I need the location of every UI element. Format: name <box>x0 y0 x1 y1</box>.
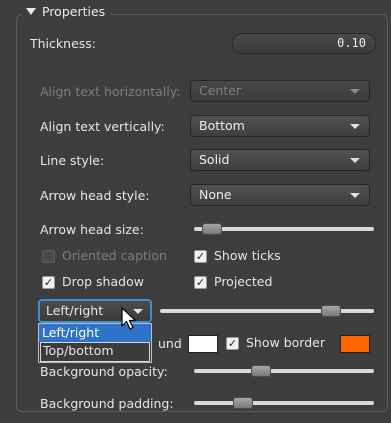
show-border-label: Show border <box>246 335 325 350</box>
projected-checkbox[interactable]: ✓ <box>194 276 207 289</box>
check-icon: ✓ <box>195 276 206 289</box>
align-vertical-select[interactable]: Bottom <box>190 115 370 137</box>
check-icon: ✓ <box>43 276 54 289</box>
check-icon: ✓ <box>227 337 238 350</box>
background-opacity-slider[interactable] <box>194 369 374 373</box>
layout-slider-handle[interactable] <box>321 305 342 317</box>
collapse-triangle-icon[interactable] <box>26 8 36 15</box>
align-vertical-value: Bottom <box>199 118 245 133</box>
layout-select-value: Left/right <box>46 303 104 318</box>
arrow-head-style-select[interactable]: None <box>190 184 370 206</box>
drop-shadow-checkbox[interactable]: ✓ <box>42 276 55 289</box>
thickness-input[interactable]: 0.10 <box>232 33 376 54</box>
align-horizontal-select: Center <box>190 80 370 102</box>
background-opacity-label: Background opacity: <box>40 364 168 379</box>
chevron-down-icon <box>350 89 360 94</box>
show-border-checkbox[interactable]: ✓ <box>226 337 239 350</box>
show-ticks-checkbox[interactable]: ✓ <box>194 250 207 263</box>
thickness-label: Thickness: <box>30 36 96 51</box>
chevron-down-icon <box>350 193 360 198</box>
properties-group-header[interactable]: Properties <box>22 4 111 19</box>
show-ticks-label: Show ticks <box>214 248 281 263</box>
chevron-down-icon <box>350 124 360 129</box>
background-padding-slider[interactable] <box>194 401 374 405</box>
align-horizontal-label: Align text horizontally: <box>40 84 181 99</box>
line-style-value: Solid <box>199 152 230 167</box>
align-vertical-label: Align text vertically: <box>40 119 165 134</box>
mouse-cursor-icon <box>121 307 137 330</box>
background-padding-handle[interactable] <box>232 397 253 409</box>
align-horizontal-value: Center <box>199 83 242 98</box>
dropdown-option[interactable]: Top/bottom <box>40 342 150 362</box>
check-icon: ✓ <box>195 250 206 263</box>
drop-shadow-label: Drop shadow <box>62 274 144 289</box>
oriented-caption-checkbox <box>42 250 55 263</box>
oriented-caption-label: Oriented caption <box>62 248 167 263</box>
background-color-swatch[interactable] <box>188 335 218 353</box>
arrow-head-style-value: None <box>199 187 232 202</box>
arrow-head-size-label: Arrow head size: <box>40 222 144 237</box>
arrow-head-style-label: Arrow head style: <box>40 188 150 203</box>
arrow-head-size-handle[interactable] <box>202 223 222 235</box>
border-color-swatch[interactable] <box>340 335 370 353</box>
line-style-label: Line style: <box>40 153 105 168</box>
background-label: und <box>158 336 182 351</box>
line-style-select[interactable]: Solid <box>190 149 370 171</box>
background-opacity-handle[interactable] <box>250 365 271 377</box>
chevron-down-icon <box>350 158 360 163</box>
background-padding-label: Background padding: <box>40 396 174 411</box>
projected-label: Projected <box>214 274 273 289</box>
properties-title: Properties <box>42 4 106 19</box>
layout-slider[interactable] <box>160 309 374 313</box>
